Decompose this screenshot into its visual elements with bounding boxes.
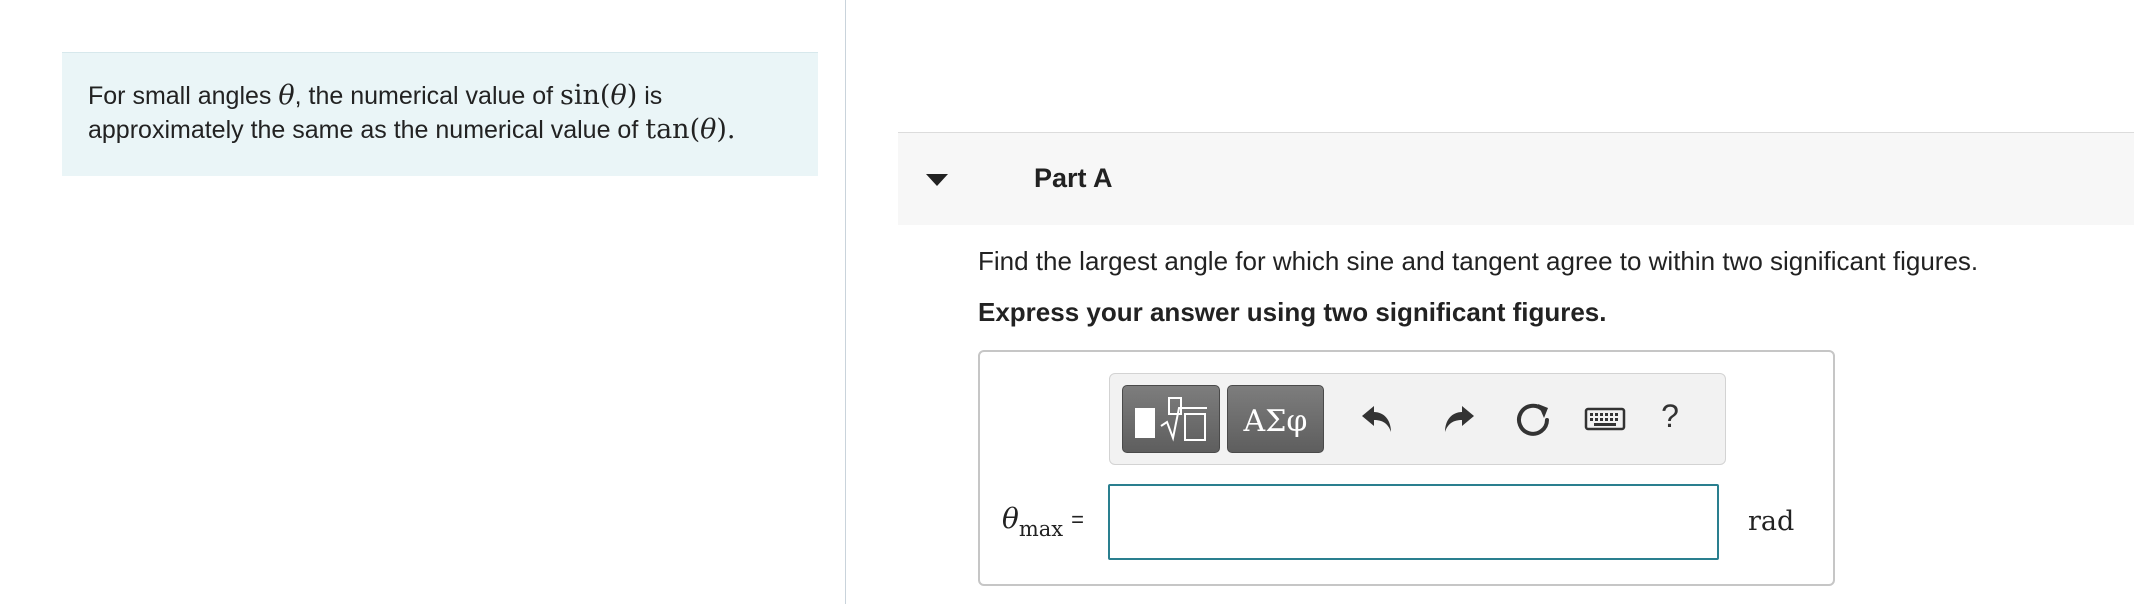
- answer-box: ΑΣφ ? θmax = rad: [978, 350, 1835, 586]
- equals-sign: =: [1071, 507, 1084, 532]
- templates-button[interactable]: [1122, 385, 1220, 453]
- reset-icon[interactable]: [1510, 396, 1556, 442]
- theta-symbol: θ: [278, 80, 295, 111]
- theta-symbol: θ: [700, 114, 717, 145]
- greek-symbols-button[interactable]: ΑΣφ: [1227, 385, 1324, 453]
- info-text: is: [637, 82, 663, 110]
- part-a-header[interactable]: Part A: [898, 132, 2134, 225]
- theta-symbol: θ: [610, 80, 627, 111]
- info-text: approximately the same as the numerical …: [88, 116, 646, 144]
- instruction-text: Express your answer using two significan…: [978, 297, 1607, 327]
- caret-down-icon[interactable]: [926, 174, 948, 186]
- math-toolbar: ΑΣφ ?: [1109, 373, 1726, 465]
- info-box: For small angles θ, the numerical value …: [62, 52, 818, 176]
- variable-label: θmax =: [1002, 502, 1084, 541]
- unit-label: rad: [1748, 506, 1795, 537]
- keyboard-icon[interactable]: [1584, 396, 1626, 442]
- redo-icon[interactable]: [1434, 396, 1480, 442]
- theta-symbol: θ: [1002, 502, 1019, 535]
- info-text: For small angles: [88, 82, 279, 110]
- right-pane: Part A Find the largest angle for which …: [846, 0, 2134, 604]
- variable-subscript: max: [1018, 517, 1064, 541]
- help-button[interactable]: ?: [1650, 398, 1690, 435]
- undo-icon[interactable]: [1356, 396, 1402, 442]
- templates-icon: [1135, 397, 1207, 442]
- sin-close: ): [626, 80, 638, 111]
- question-text: Find the largest angle for which sine an…: [978, 246, 1979, 276]
- tan-function: tan(: [645, 114, 701, 145]
- greek-label: ΑΣφ: [1243, 404, 1308, 439]
- answer-input[interactable]: [1108, 484, 1719, 560]
- info-line-2: approximately the same as the numerical …: [88, 113, 792, 147]
- left-pane: For small angles θ, the numerical value …: [0, 0, 845, 604]
- info-text: , the numerical value of: [294, 82, 561, 110]
- info-line-1: For small angles θ, the numerical value …: [88, 79, 792, 113]
- part-title: Part A: [1034, 163, 1113, 193]
- tan-close: ).: [716, 114, 736, 145]
- sin-function: sin(: [560, 80, 611, 111]
